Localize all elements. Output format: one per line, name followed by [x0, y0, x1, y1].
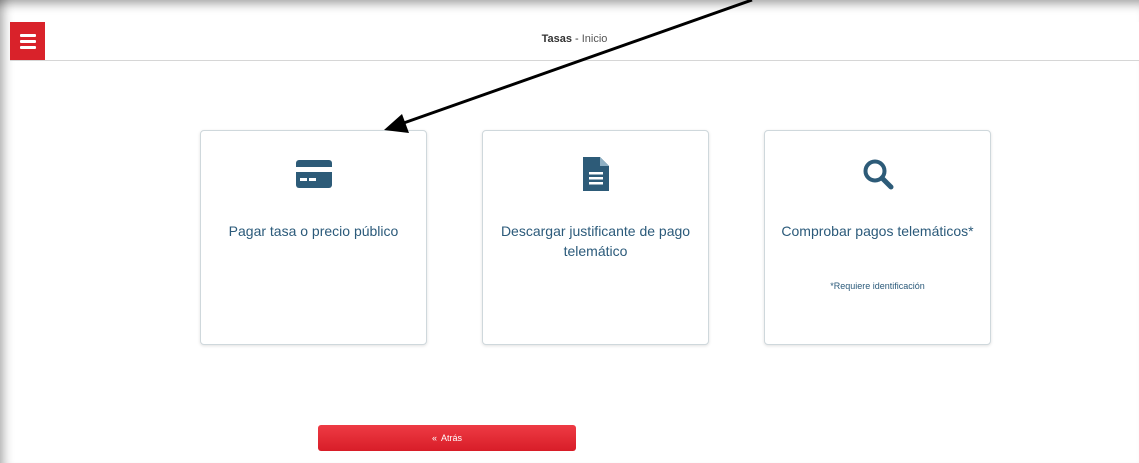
document-icon: [483, 156, 708, 192]
tile-download-receipt-label: Descargar justificante de pago telemátic…: [500, 223, 691, 259]
back-button[interactable]: « Atrás: [318, 425, 576, 451]
page-title-main: Tasas: [541, 33, 572, 45]
search-icon: [765, 156, 990, 192]
page-title: Tasas - Inicio: [10, 33, 1139, 45]
tile-check-payments-label: Comprobar pagos telemáticos*: [781, 223, 974, 239]
back-button-label: Atrás: [441, 433, 463, 443]
top-bar: Tasas - Inicio: [10, 22, 1139, 61]
page-title-separator: -: [571, 33, 582, 45]
double-chevron-left-icon: «: [431, 433, 437, 443]
tile-check-payments[interactable]: Comprobar pagos telemáticos* *Requiere i…: [764, 130, 991, 345]
credit-card-icon: [201, 156, 426, 192]
tile-download-receipt[interactable]: Descargar justificante de pago telemátic…: [482, 130, 709, 345]
tile-pay-fee-label: Pagar tasa o precio público: [228, 223, 399, 239]
tile-pay-fee[interactable]: Pagar tasa o precio público: [200, 130, 427, 345]
page-title-sub: Inicio: [581, 33, 608, 45]
identification-note: *Requiere identificación: [830, 281, 925, 291]
app-window: Tasas - Inicio Pagar tasa o precio públi…: [0, 0, 1139, 463]
